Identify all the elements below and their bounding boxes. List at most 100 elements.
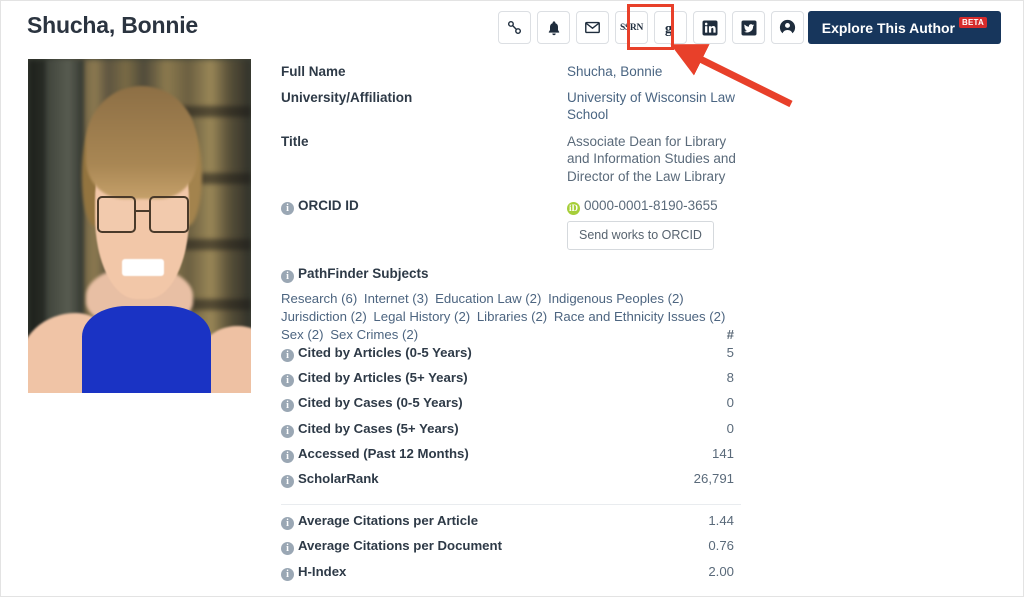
- metric-label: i Cited by Articles (5+ Years): [281, 370, 644, 388]
- metric-label: i ScholarRank: [281, 470, 644, 488]
- pathfinder-subjects-header: i PathFinder Subjects: [281, 266, 741, 283]
- photo-glasses-bridge: [136, 209, 150, 212]
- social-icon-bar: SSRN g: [498, 11, 843, 44]
- metric-label-text: ScholarRank: [298, 470, 379, 486]
- author-details: Full Name Shucha, Bonnie University/Affi…: [281, 63, 741, 344]
- orcid-id-value: 0000-0001-8190-3655: [584, 198, 718, 213]
- subject-link[interactable]: Race and Ethnicity Issues (2): [554, 309, 726, 324]
- affiliation-value: University of Wisconsin Law School: [567, 89, 736, 123]
- info-icon[interactable]: i: [281, 270, 294, 283]
- link-icon-button[interactable]: [498, 11, 531, 44]
- metric-label-text: Average Citations per Article: [298, 513, 479, 529]
- photo-hair-top: [85, 85, 198, 200]
- metric-value: 8: [726, 370, 734, 386]
- photo-smile: [121, 259, 165, 277]
- info-icon[interactable]: i: [281, 474, 294, 488]
- metric-value: 1.44: [708, 513, 734, 529]
- metrics-primary-group: i Cited by Articles (0-5 Years) 5 i Cited by…: [281, 345, 741, 496]
- explore-button-label: Explore This Author: [821, 19, 956, 36]
- info-icon[interactable]: i: [281, 349, 294, 362]
- metric-label-text: Cited by Articles (0-5 Years): [298, 345, 472, 360]
- full-name-value: Shucha, Bonnie: [567, 64, 663, 79]
- metric-label-text: Average Citations per Document: [298, 538, 502, 554]
- email-icon: [584, 19, 601, 36]
- twitter-icon: [740, 19, 758, 37]
- field-title: Title Associate Dean for Library and Inf…: [281, 133, 741, 186]
- metric-row: i Average Citations per Article 1.44: [281, 513, 741, 538]
- bell-icon-button[interactable]: [537, 11, 570, 44]
- bell-icon: [546, 20, 562, 36]
- account-icon: [778, 18, 797, 37]
- info-icon[interactable]: i: [281, 567, 294, 581]
- subject-link[interactable]: Research (6): [281, 291, 357, 306]
- info-icon[interactable]: i: [281, 449, 294, 463]
- google-scholar-icon: g: [662, 19, 679, 37]
- info-icon[interactable]: i: [281, 517, 294, 531]
- metric-value: 2.00: [708, 563, 734, 579]
- ssrn-icon-button[interactable]: SSRN: [615, 11, 648, 44]
- photo-lens: [97, 195, 137, 233]
- metric-label: i Average Citations per Document: [281, 538, 644, 556]
- explore-this-author-button[interactable]: Explore This Author BETA: [807, 11, 1001, 44]
- metric-value: 141: [711, 445, 734, 461]
- metric-label: i Cited by Cases (5+ Years): [281, 420, 644, 438]
- metric-label-text: Cited by Articles (5+ Years): [298, 370, 468, 386]
- send-works-to-orcid-button[interactable]: Send works to ORCID: [567, 220, 714, 250]
- account-icon-button[interactable]: [771, 11, 804, 44]
- metric-row: i ScholarRank 26,791: [281, 471, 741, 496]
- metric-label: i Cited by Articles (0-5 Years): [281, 345, 644, 362]
- subject-link[interactable]: Legal History (2): [373, 309, 470, 324]
- metric-value: 0: [726, 395, 734, 411]
- google-scholar-icon-button[interactable]: g: [654, 11, 687, 44]
- link-icon: [506, 19, 523, 36]
- metric-label-text: Cited by Cases (5+ Years): [298, 420, 459, 436]
- metrics-column-header: #: [726, 327, 734, 342]
- metric-label: i Cited by Cases (0-5 Years): [281, 395, 644, 413]
- orcid-label: ORCID ID: [298, 198, 359, 213]
- metric-row: i Average Citations per Document 0.76: [281, 538, 741, 563]
- metric-row: i Cited by Articles (0-5 Years) 5: [281, 345, 741, 370]
- info-icon[interactable]: i: [281, 374, 294, 388]
- info-icon[interactable]: i: [281, 202, 294, 215]
- info-icon[interactable]: i: [281, 399, 294, 413]
- metrics-table: # i Cited by Articles (0-5 Years) 5 i Cited …: [281, 327, 741, 589]
- metric-label-text: H-Index: [298, 563, 347, 579]
- metric-row: i Cited by Cases (5+ Years) 0: [281, 421, 741, 446]
- svg-text:g: g: [665, 20, 673, 36]
- metric-label-text: Accessed (Past 12 Months): [298, 445, 469, 461]
- photo-dress-lower: [94, 346, 207, 393]
- info-icon[interactable]: i: [281, 424, 294, 438]
- metric-value: 26,791: [693, 470, 734, 486]
- linkedin-icon-button[interactable]: [693, 11, 726, 44]
- title-label: Title: [281, 133, 309, 149]
- full-name-label: Full Name: [281, 64, 346, 79]
- subject-link[interactable]: Internet (3): [364, 291, 429, 306]
- metric-value: 0.76: [708, 538, 734, 554]
- subject-link[interactable]: Libraries (2): [477, 309, 547, 324]
- linkedin-icon: [701, 19, 719, 37]
- subject-link[interactable]: Jurisdiction (2): [281, 309, 367, 324]
- author-profile-page: Shucha, Bonnie SSRN g Explore This Autho…: [0, 0, 1024, 597]
- subject-link[interactable]: Indigenous Peoples (2): [548, 291, 684, 306]
- field-orcid: i ORCID ID iD 0000-0001-8190-3655 Send wor…: [281, 197, 741, 250]
- subject-link[interactable]: Education Law (2): [435, 291, 541, 306]
- photo-glasses: [97, 195, 189, 233]
- metric-label: i Accessed (Past 12 Months): [281, 445, 644, 463]
- pathfinder-label: PathFinder Subjects: [298, 266, 429, 281]
- metric-label: i Average Citations per Article: [281, 513, 644, 531]
- metric-row: i Cited by Cases (0-5 Years) 0: [281, 395, 741, 420]
- twitter-icon-button[interactable]: [732, 11, 765, 44]
- email-icon-button[interactable]: [576, 11, 609, 44]
- orcid-icon: iD: [567, 202, 580, 215]
- metric-row: i Accessed (Past 12 Months) 141: [281, 446, 741, 471]
- metrics-secondary-group: i Average Citations per Article 1.44 i Avera…: [281, 513, 741, 589]
- metric-row: i Cited by Articles (5+ Years) 8: [281, 370, 741, 395]
- metrics-divider: [281, 504, 741, 506]
- metric-row: i H-Index 2.00: [281, 564, 741, 589]
- field-affiliation: University/Affiliation University of Wis…: [281, 89, 741, 124]
- page-title: Shucha, Bonnie: [27, 12, 198, 38]
- ssrn-icon: SSRN: [619, 22, 644, 33]
- field-full-name: Full Name Shucha, Bonnie: [281, 63, 741, 81]
- info-icon[interactable]: i: [281, 542, 294, 556]
- beta-badge: BETA: [959, 17, 987, 28]
